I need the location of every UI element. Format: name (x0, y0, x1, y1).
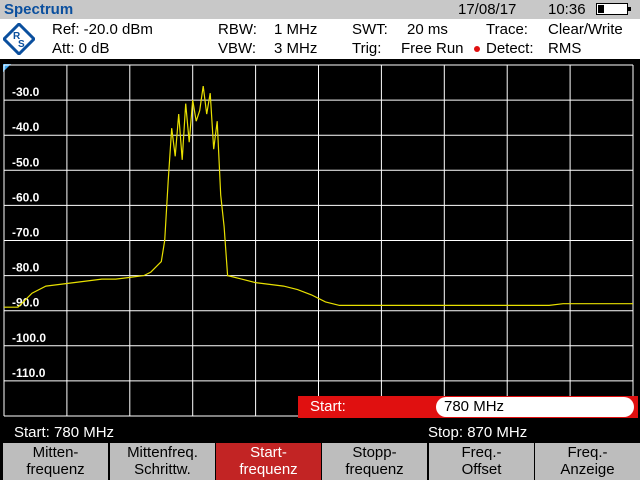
attenuation[interactable]: Att: 0 dB (52, 40, 110, 57)
trig-value[interactable]: Free Run (401, 40, 464, 57)
softkey-freq-offset[interactable]: Freq.- Offset (429, 443, 534, 480)
y-tick-label: -110.0 (12, 366, 46, 380)
softkey-stoppfrequenz[interactable]: Stopp-frequenz (322, 443, 427, 480)
plot-grid (3, 64, 634, 417)
softkey-label: frequenz (345, 461, 404, 478)
frequency-status-bar: Start: 780 MHz Stop: 870 MHz (0, 422, 640, 442)
softkey-label: Anzeige (560, 461, 615, 478)
start-input-label: Start: (310, 398, 346, 415)
softkey-label: Schrittw. (134, 461, 191, 478)
stop-frequency-readout: Stop: 870 MHz (428, 424, 528, 441)
svg-text:S: S (18, 39, 25, 50)
trace-label: Trace: (486, 21, 528, 38)
title-bar: Spectrum 17/08/17 10:36 (0, 0, 640, 19)
softkey-label: Freq.- (461, 444, 502, 461)
time-display: 10:36 (548, 1, 586, 18)
start-frequency-input[interactable]: 780 MHz (436, 397, 634, 417)
spectrum-plot-svg: -30.0-40.0-50.0-60.0-70.0-80.0-90.0-100.… (3, 64, 634, 417)
rohde-schwarz-logo: R S (3, 23, 35, 55)
y-tick-label: -30.0 (12, 85, 40, 99)
y-tick-label: -100.0 (12, 331, 46, 345)
detect-label: Detect: (486, 40, 534, 57)
battery-icon (596, 3, 631, 15)
y-tick-label: -80.0 (12, 261, 40, 275)
date-display: 17/08/17 (458, 1, 517, 18)
softkey-label: Offset (461, 461, 502, 478)
trace-value[interactable]: Clear/Write (548, 21, 623, 38)
start-frequency-editor[interactable]: Start: 780 MHz (298, 396, 638, 418)
vbw-label: VBW: (218, 40, 257, 57)
softkey-label: Start- (250, 444, 287, 461)
softkey-bar: Mitten-frequenz Mittenfreq. Schrittw. Sta… (0, 442, 640, 480)
y-tick-label: -60.0 (12, 190, 40, 204)
softkey-label: Stopp- (352, 444, 397, 461)
detect-value[interactable]: RMS (548, 40, 581, 57)
softkey-mittenfreq-schrittweite[interactable]: Mittenfreq. Schrittw. (110, 443, 215, 480)
softkey-label: frequenz (239, 461, 298, 478)
softkey-mittenfrequenz[interactable]: Mitten-frequenz (3, 443, 108, 480)
y-tick-label: -50.0 (12, 155, 40, 169)
start-frequency-readout: Start: 780 MHz (14, 424, 115, 441)
swt-value[interactable]: 20 ms (407, 21, 448, 38)
y-tick-labels: -30.0-40.0-50.0-60.0-70.0-80.0-90.0-100.… (12, 85, 46, 380)
softkey-label: frequenz (26, 461, 85, 478)
settings-panel: R S Ref: -20.0 dBm Att: 0 dB RBW: 1 MHz … (0, 19, 640, 59)
mode-title: Spectrum (4, 1, 74, 18)
softkey-label: Freq.- (567, 444, 608, 461)
rbw-value[interactable]: 1 MHz (274, 21, 317, 38)
softkey-freq-anzeige[interactable]: Freq.- Anzeige (535, 443, 640, 480)
spectrum-plot[interactable]: -30.0 -40.0 -50.0 -60.0 -70.0 -80.0 -90.0 -100.… (0, 59, 640, 422)
detector-dot-icon (474, 46, 480, 52)
softkey-label: Mittenfreq. (127, 444, 198, 461)
ref-level[interactable]: Ref: -20.0 dBm (52, 21, 153, 38)
softkey-startfrequenz[interactable]: Start-frequenz (216, 443, 321, 480)
softkey-label: Mitten- (32, 444, 79, 461)
y-tick-label: -40.0 (12, 120, 40, 134)
rbw-label: RBW: (218, 21, 257, 38)
swt-label: SWT: (352, 21, 388, 38)
vbw-value[interactable]: 3 MHz (274, 40, 317, 57)
y-tick-label: -70.0 (12, 226, 40, 240)
trig-label: Trig: (352, 40, 382, 57)
